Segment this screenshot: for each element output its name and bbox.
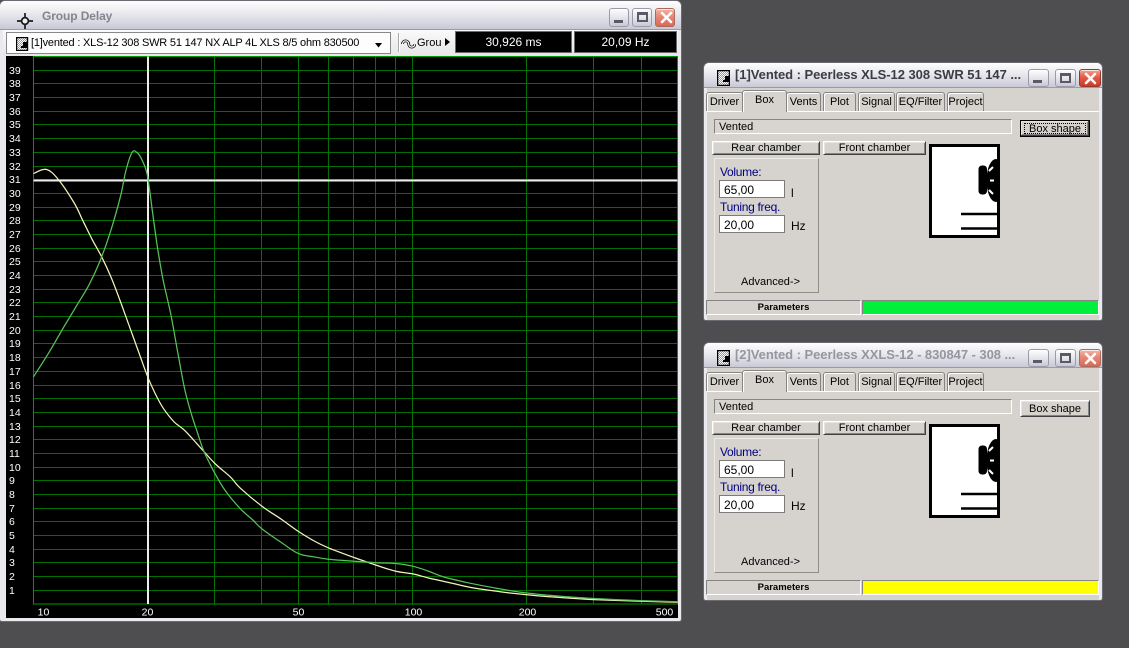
- svg-text:500: 500: [655, 607, 673, 619]
- svg-text:17: 17: [9, 366, 21, 378]
- svg-text:31: 31: [9, 174, 21, 186]
- svg-text:27: 27: [9, 229, 21, 241]
- svg-text:30: 30: [9, 188, 21, 200]
- svg-text:39: 39: [9, 65, 21, 77]
- svg-text:28: 28: [9, 215, 21, 227]
- svg-text:11: 11: [9, 448, 20, 460]
- svg-text:15: 15: [9, 393, 21, 405]
- svg-text:22: 22: [9, 297, 21, 309]
- svg-text:12: 12: [9, 434, 21, 446]
- svg-text:9: 9: [9, 475, 15, 487]
- svg-text:200: 200: [518, 607, 536, 619]
- svg-text:50: 50: [292, 607, 304, 619]
- svg-text:1: 1: [9, 585, 15, 597]
- svg-text:26: 26: [9, 243, 21, 255]
- svg-text:35: 35: [9, 119, 21, 131]
- svg-text:8: 8: [9, 489, 15, 501]
- svg-text:10: 10: [37, 607, 49, 619]
- svg-text:34: 34: [9, 133, 21, 145]
- svg-text:13: 13: [9, 421, 21, 433]
- svg-text:5: 5: [9, 530, 15, 542]
- svg-text:3: 3: [9, 557, 15, 569]
- svg-text:38: 38: [9, 78, 21, 90]
- svg-text:25: 25: [9, 256, 21, 268]
- svg-text:100: 100: [404, 607, 422, 619]
- svg-text:19: 19: [9, 338, 21, 350]
- svg-text:20: 20: [141, 607, 153, 619]
- svg-text:32: 32: [9, 161, 21, 173]
- svg-text:7: 7: [9, 503, 15, 515]
- svg-text:4: 4: [9, 544, 15, 556]
- svg-text:29: 29: [9, 202, 21, 214]
- svg-text:37: 37: [9, 92, 21, 104]
- svg-text:18: 18: [9, 352, 21, 364]
- svg-text:6: 6: [9, 516, 15, 528]
- svg-text:21: 21: [9, 311, 21, 323]
- svg-text:14: 14: [9, 407, 21, 419]
- svg-text:2: 2: [9, 571, 15, 583]
- svg-text:16: 16: [9, 380, 21, 392]
- svg-text:20: 20: [9, 325, 21, 337]
- svg-text:10: 10: [9, 462, 21, 474]
- svg-text:36: 36: [9, 106, 21, 118]
- svg-text:33: 33: [9, 147, 21, 159]
- svg-text:23: 23: [9, 284, 21, 296]
- svg-text:24: 24: [9, 270, 21, 282]
